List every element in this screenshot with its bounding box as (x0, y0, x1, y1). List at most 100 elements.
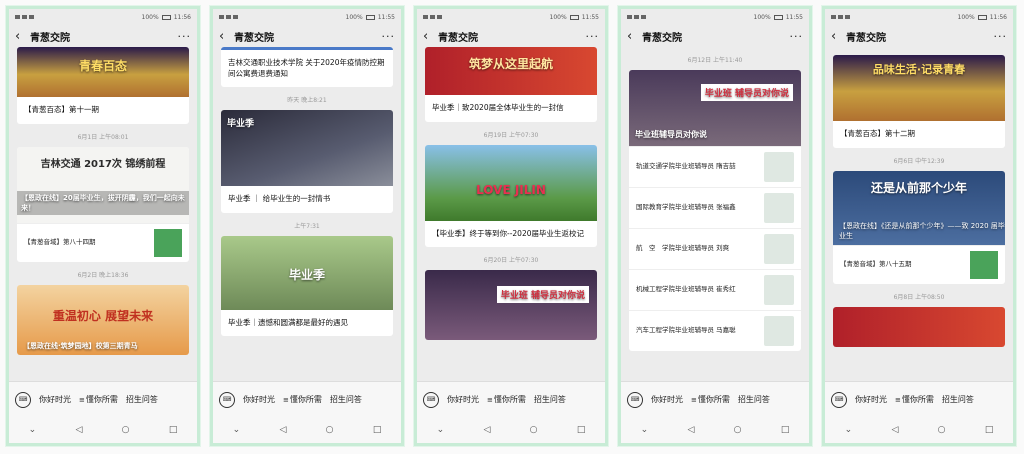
back-triangle-icon[interactable]: ◁ (279, 425, 286, 435)
article-image: 毕业季 (221, 110, 393, 186)
video-thumbnail (764, 316, 794, 346)
recent-square-icon[interactable]: □ (169, 425, 178, 435)
article-image-text: 毕业季 (288, 267, 325, 282)
list-item[interactable]: 【青葱音域】第八十五期 (833, 244, 1005, 284)
list-item[interactable]: 航 空 学院毕业班辅导员 刘爽 (629, 228, 801, 269)
menu-admission[interactable]: 招生问答 (126, 394, 158, 405)
back-icon[interactable]: ‹ (219, 29, 231, 44)
home-circle-icon[interactable]: ○ (530, 425, 538, 435)
menu-hello-time[interactable]: 你好时光 (447, 394, 479, 405)
timestamp: 6月12日 上午11:40 (687, 57, 743, 64)
back-icon[interactable]: ‹ (15, 29, 27, 44)
article-image: 品味生活·记录青春 (833, 55, 1005, 121)
message-feed[interactable]: 筑梦从这里起航 毕业季｜致2020届全体毕业生的一封信 6月19日 上午07:3… (417, 47, 605, 381)
article-image: 筑梦从这里起航 (425, 47, 597, 95)
recent-square-icon[interactable]: □ (373, 425, 382, 435)
menu-admission[interactable]: 招生问答 (942, 394, 974, 405)
list-item[interactable]: 汽车工程学院毕业班辅导员 马嘉聪 (629, 310, 801, 351)
article-card[interactable]: 吉林交通职业技术学院 关于2020年疫情防控期间公寓费退费通知 (221, 47, 393, 87)
back-triangle-icon[interactable]: ◁ (75, 425, 82, 435)
keyboard-icon[interactable]: ⌨ (219, 391, 235, 408)
back-icon[interactable]: ‹ (627, 29, 639, 44)
account-title: 青葱交院 (846, 32, 886, 44)
back-icon[interactable]: ‹ (831, 29, 843, 44)
menu-admission[interactable]: 招生问答 (534, 394, 566, 405)
article-card[interactable]: 毕业季 毕业季 ｜ 给毕业生的一封情书 (221, 110, 393, 213)
article-card[interactable]: 毕业班 辅导员对你说 (425, 270, 597, 340)
home-circle-icon[interactable]: ○ (122, 425, 130, 435)
more-icon[interactable]: ··· (994, 30, 1008, 43)
list-item-title: 汽车工程学院毕业班辅导员 马嘉聪 (636, 326, 736, 335)
chevron-down-icon[interactable]: ⌄ (641, 425, 649, 435)
account-title: 青葱交院 (234, 32, 274, 44)
list-item[interactable]: 国际教育学院毕业班辅导员 张福鑫 (629, 187, 801, 228)
status-bar: 100% 11:55 (213, 9, 401, 25)
more-icon[interactable]: ··· (382, 30, 396, 43)
article-caption: 【毕业季】终于等到你--2020届毕业生返校记 (432, 228, 584, 238)
status-icons (15, 15, 34, 19)
list-item[interactable]: 【青葱音域】第八十四期 (17, 222, 189, 262)
keyboard-icon[interactable]: ⌨ (423, 391, 439, 408)
menu-hello-time[interactable]: 你好时光 (39, 394, 71, 405)
chevron-down-icon[interactable]: ⌄ (29, 425, 37, 435)
message-feed[interactable]: 青春百态 【青葱百态】第十一期 6月1日 上午08:01 吉林交通 2017次 … (9, 47, 197, 381)
menu-understand[interactable]: ≡懂你所需 (79, 394, 118, 405)
article-card[interactable]: 青春百态 【青葱百态】第十一期 (17, 47, 189, 124)
menu-admission[interactable]: 招生问答 (738, 394, 770, 405)
back-triangle-icon[interactable]: ◁ (483, 425, 490, 435)
more-icon[interactable]: ··· (790, 30, 804, 43)
chevron-down-icon[interactable]: ⌄ (437, 425, 445, 435)
menu-understand[interactable]: ≡懂你所需 (895, 394, 934, 405)
keyboard-icon[interactable]: ⌨ (831, 391, 847, 408)
recent-square-icon[interactable]: □ (985, 425, 994, 435)
article-card[interactable]: 毕业季 毕业季｜遗憾和圆满都是最好的遇见 (221, 235, 393, 336)
keyboard-icon[interactable]: ⌨ (15, 391, 31, 408)
back-triangle-icon[interactable]: ◁ (687, 425, 694, 435)
keyboard-icon[interactable]: ⌨ (627, 391, 643, 408)
status-bar: 100% 11:56 (9, 9, 197, 25)
menu-hello-time[interactable]: 你好时光 (651, 394, 683, 405)
message-feed[interactable]: 吉林交通职业技术学院 关于2020年疫情防控期间公寓费退费通知 昨天 晚上8:2… (213, 47, 401, 381)
recent-square-icon[interactable]: □ (781, 425, 790, 435)
article-card[interactable]: 重温初心 展望未来 【恩政在线·筑梦园地】校第三期青马 (17, 284, 189, 355)
menu-understand[interactable]: ≡懂你所需 (283, 394, 322, 405)
system-nav-bar: ⌄ ◁ ○ □ (417, 417, 605, 443)
bottom-menu: ⌨ 你好时光 ≡懂你所需 招生问答 (621, 381, 809, 417)
article-card[interactable] (833, 306, 1005, 347)
article-card[interactable]: 毕业班 辅导员对你说 毕业班辅导员对你说 轨道交通学院毕业班辅导员 隋吉喆 国际… (629, 70, 801, 351)
message-feed[interactable]: 品味生活·记录青春 【青葱百态】第十二期 6月6日 中午12:39 还是从前那个… (825, 47, 1013, 381)
battery-text: 100% (345, 13, 363, 21)
chevron-down-icon[interactable]: ⌄ (233, 425, 241, 435)
menu-admission[interactable]: 招生问答 (330, 394, 362, 405)
article-card[interactable]: 筑梦从这里起航 毕业季｜致2020届全体毕业生的一封信 (425, 47, 597, 122)
article-overlay: 【恩政在线·筑梦园地】校第三期青马 (23, 341, 138, 350)
home-circle-icon[interactable]: ○ (938, 425, 946, 435)
home-circle-icon[interactable]: ○ (734, 425, 742, 435)
menu-understand[interactable]: ≡懂你所需 (691, 394, 730, 405)
list-item[interactable]: 轨道交通学院毕业班辅导员 隋吉喆 (629, 146, 801, 187)
back-triangle-icon[interactable]: ◁ (891, 425, 898, 435)
battery-icon (773, 14, 783, 20)
article-card[interactable]: 还是从前那个少年 【恩政在线】《还是从前那个少年》——致 2020 届毕业生 【… (833, 170, 1005, 284)
title-bar: ‹ 青葱交院 ··· (825, 25, 1013, 47)
article-card[interactable]: 品味生活·记录青春 【青葱百态】第十二期 (833, 55, 1005, 148)
back-icon[interactable]: ‹ (423, 29, 435, 44)
menu-hello-time[interactable]: 你好时光 (855, 394, 887, 405)
message-feed[interactable]: 6月12日 上午11:40 毕业班 辅导员对你说 毕业班辅导员对你说 轨道交通学… (621, 47, 809, 381)
article-card[interactable]: LOVE JILIN 【毕业季】终于等到你--2020届毕业生返校记 (425, 144, 597, 247)
timestamp: 上午7:31 (294, 222, 320, 230)
article-image: 吉林交通 2017次 锦绣前程 【恩政在线】20届毕业生，拔开阴霾，我们一起向未… (17, 146, 189, 223)
recent-square-icon[interactable]: □ (577, 425, 586, 435)
list-item[interactable]: 机械工程学院毕业班辅导员 崔秀红 (629, 269, 801, 310)
more-icon[interactable]: ··· (178, 30, 192, 43)
menu-hello-time[interactable]: 你好时光 (243, 394, 275, 405)
article-image: LOVE JILIN (425, 144, 597, 221)
menu-understand[interactable]: ≡懂你所需 (487, 394, 526, 405)
home-circle-icon[interactable]: ○ (326, 425, 334, 435)
more-icon[interactable]: ··· (586, 30, 600, 43)
system-nav-bar: ⌄ ◁ ○ □ (621, 417, 809, 443)
article-card[interactable]: 吉林交通 2017次 锦绣前程 【恩政在线】20届毕业生，拔开阴霾，我们一起向未… (17, 146, 189, 262)
phone-screen-1: 100% 11:56 ‹ 青葱交院 ··· 青春百态 【青葱百态】第十一期 6月1… (6, 6, 200, 446)
chevron-down-icon[interactable]: ⌄ (845, 425, 853, 435)
account-title: 青葱交院 (30, 32, 70, 44)
